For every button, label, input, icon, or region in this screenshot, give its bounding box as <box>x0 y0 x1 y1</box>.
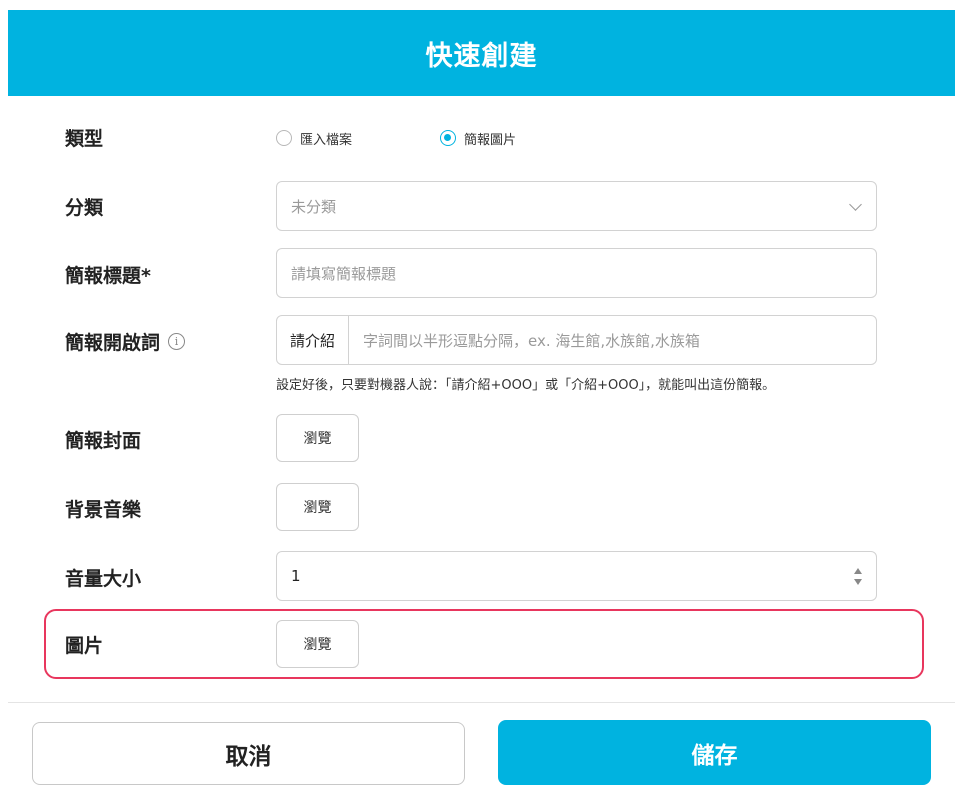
keyword-label-text: 簡報開啟詞 <box>65 331 161 354</box>
type-radio-group: 匯入檔案 簡報圖片 <box>276 124 604 152</box>
title-input[interactable]: 請填寫簡報標題 <box>276 248 877 298</box>
volume-label: 音量大小 <box>65 567 142 590</box>
volume-stepper <box>854 567 862 585</box>
radio-slide-image-label: 簡報圖片 <box>464 132 517 148</box>
radio-slide-image[interactable]: 簡報圖片 <box>440 129 516 148</box>
keyword-input-placeholder: 字詞間以半形逗點分隔，ex. 海生館,水族館,水族箱 <box>363 331 700 350</box>
caret-up-icon[interactable] <box>854 567 862 574</box>
keyword-label: 簡報開啟詞 i <box>65 326 186 356</box>
image-browse-button[interactable]: 瀏覽 <box>276 620 359 668</box>
category-select[interactable]: 未分類 <box>276 181 877 231</box>
title-input-placeholder: 請填寫簡報標題 <box>291 264 397 283</box>
radio-import-file[interactable]: 匯入檔案 <box>276 129 352 148</box>
category-select-value: 未分類 <box>291 197 337 216</box>
info-icon[interactable]: i <box>168 332 186 350</box>
cover-browse-button[interactable]: 瀏覽 <box>276 414 359 462</box>
music-label: 背景音樂 <box>65 498 142 521</box>
cancel-button[interactable]: 取消 <box>32 722 465 785</box>
dialog-title: 快速創建 <box>425 40 538 72</box>
volume-value: 1 <box>291 567 301 585</box>
keyword-prefix: 請介紹 <box>277 316 350 364</box>
radio-checked-icon[interactable] <box>440 130 457 146</box>
music-browse-button[interactable]: 瀏覽 <box>276 483 359 531</box>
type-label: 類型 <box>65 127 104 150</box>
cover-label: 簡報封面 <box>65 429 142 452</box>
title-label: 簡報標題* <box>65 264 151 287</box>
radio-import-file-label: 匯入檔案 <box>300 132 353 148</box>
image-label: 圖片 <box>65 634 104 657</box>
keyword-input[interactable]: 請介紹 字詞間以半形逗點分隔，ex. 海生館,水族館,水族箱 <box>276 315 877 365</box>
dialog-header: 快速創建 <box>8 10 955 96</box>
keyword-hint: 設定好後，只要對機器人說：「請介紹+OOO」或「介紹+OOO」，就能叫出這份簡報… <box>276 378 776 393</box>
category-label: 分類 <box>65 196 104 219</box>
chevron-down-icon <box>849 197 862 211</box>
image-row-highlight <box>44 609 924 679</box>
radio-unchecked-icon[interactable] <box>276 130 292 146</box>
caret-down-icon[interactable] <box>854 578 862 585</box>
save-button[interactable]: 儲存 <box>498 720 931 785</box>
volume-number-input[interactable]: 1 <box>276 551 877 601</box>
footer-divider <box>8 702 955 703</box>
